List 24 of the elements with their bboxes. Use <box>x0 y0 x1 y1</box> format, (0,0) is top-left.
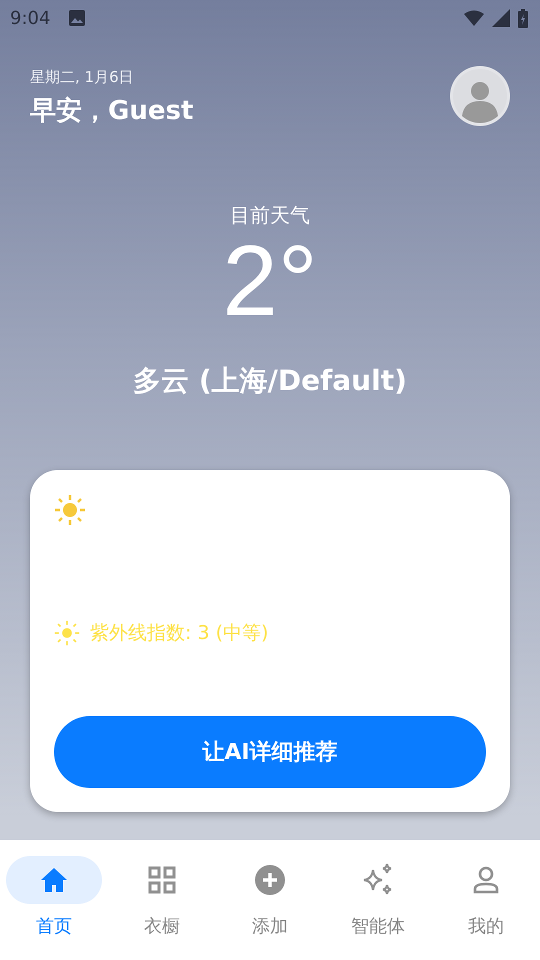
nav-tab[interactable]: 首页 <box>0 856 108 960</box>
uv-index-text: 紫外线指数: 3 (中等) <box>90 621 268 646</box>
ai-recommend-button[interactable]: 让AI详细推荐 <box>54 716 486 788</box>
home-icon <box>40 867 68 893</box>
battery-icon <box>518 8 528 28</box>
person-icon <box>473 866 499 894</box>
avatar-icon[interactable] <box>450 66 510 126</box>
nav-tab[interactable]: 智能体 <box>324 856 432 960</box>
grid-icon <box>148 866 176 894</box>
condition-text: 多云 (上海/Default) <box>133 363 407 399</box>
temperature-text: 2° <box>222 229 318 334</box>
sun-icon <box>54 494 86 526</box>
date-text: 星期二, 1月6日 <box>30 68 135 87</box>
nav-tab[interactable]: 我的 <box>432 856 540 960</box>
status-time: 9:04 <box>10 8 50 28</box>
add-icon <box>255 865 285 895</box>
weather-label: 目前天气 <box>230 202 310 229</box>
nav-tab[interactable]: 衣橱 <box>108 856 216 960</box>
greeting-text: 早安，Guest <box>30 95 194 128</box>
wifi-icon <box>464 10 484 26</box>
sun-icon <box>54 620 80 646</box>
image-icon <box>68 9 86 27</box>
nav-tab[interactable]: 添加 <box>216 856 324 960</box>
signal-icon <box>492 9 510 27</box>
